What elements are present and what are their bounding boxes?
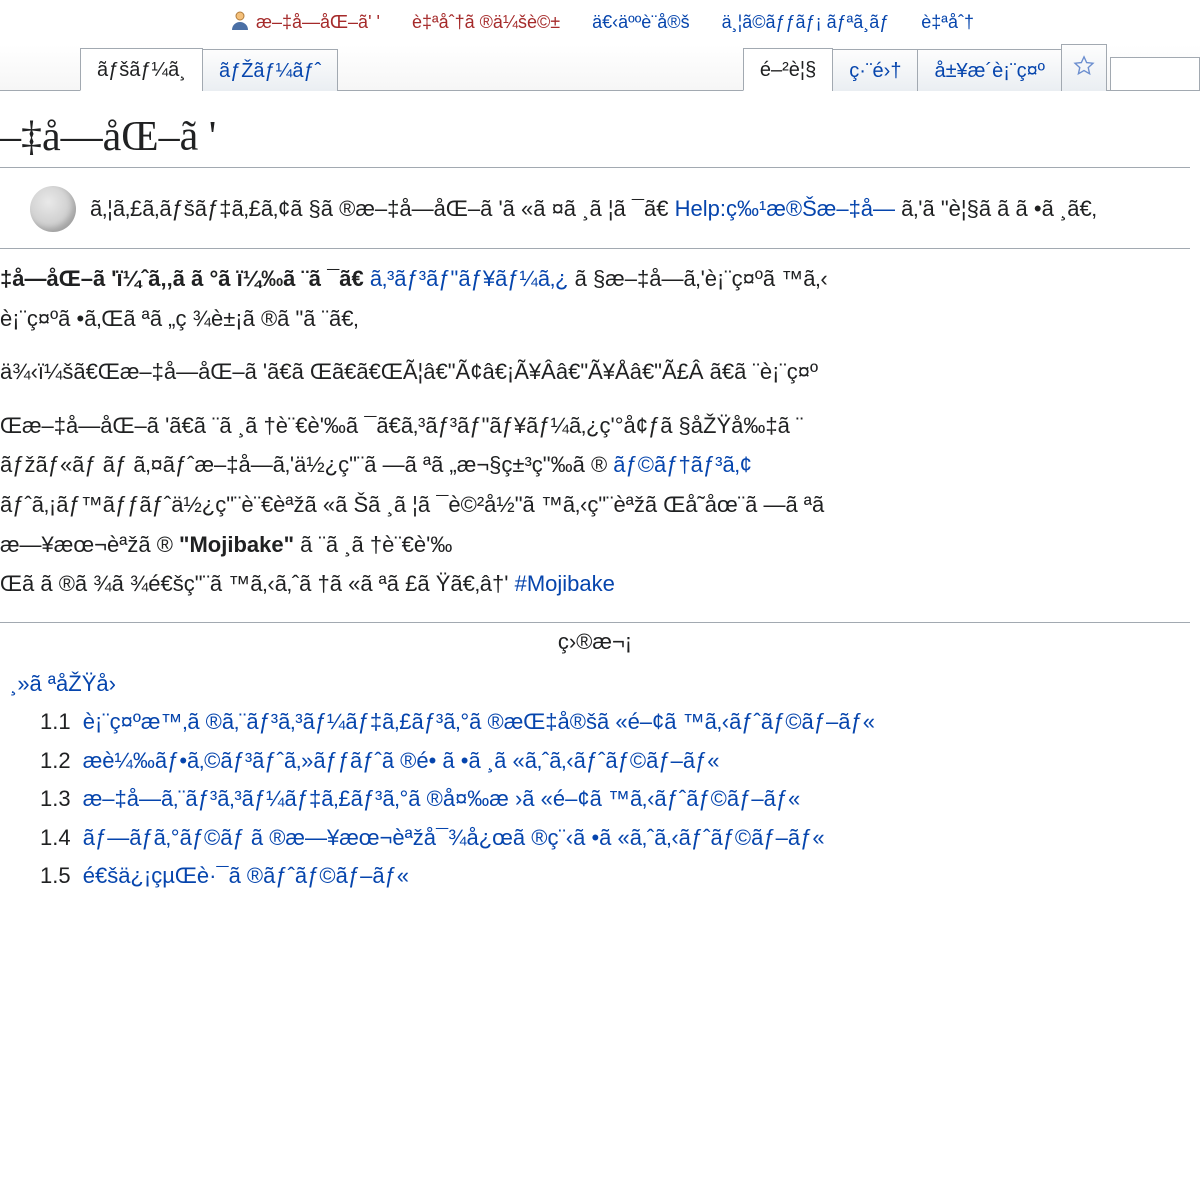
toc-item-1-1[interactable]: 1.1 è¡¨ç¤ºæ™‚ã ®ã‚¨ãƒ³ã‚³ãƒ¼ãƒ‡ã‚£ãƒ³ã‚°… (0, 703, 1190, 742)
user-bar: æ–‡å­—åŒ–ã' ' è‡ªåˆ†ã ®ä¼šè©± ä€‹äººè¨­å… (0, 0, 1200, 45)
tab-page[interactable]: ãƒšãƒ¼ã¸ (80, 48, 203, 91)
para-3-f: Œã ã ®ã ¾ã ¾é€šç"¨ã ™ã‚‹ã‚ˆã †ã «ã ªã £ã… (0, 571, 508, 596)
toc-title: ç›®æ¬¡ (0, 629, 1190, 655)
search-box[interactable] (1110, 57, 1200, 91)
toc-item-1-3-text: æ–‡å­—ã‚¨ãƒ³ã‚³ãƒ¼ãƒ‡ã‚£ãƒ³ã‚°ã ®å¤‰æ ›ã… (83, 786, 801, 811)
userbar-sandbox[interactable]: ä€‹äººè¨­å®š (592, 12, 689, 33)
tab-read[interactable]: é–²è¦§ (743, 48, 833, 91)
mojibake-bold: "Mojibake" (179, 532, 294, 557)
hatnote-divider (0, 248, 1190, 249)
tab-edit[interactable]: ç·¨é›† (832, 49, 918, 91)
toc-item-1-4-text: ãƒ—ãƒ­ã‚°ãƒ©ãƒ ã ®æ—¥æœ¬èªžå¯¾å¿œã ®ç¨‹ã… (83, 825, 825, 850)
para-1-lead: ‡å­—åŒ–ã 'ï¼ˆã‚‚ã ã °ã ï¼‰ã ¨ã ¯ã€ (0, 266, 364, 291)
tabs-left: ãƒšãƒ¼ã¸ ãƒŽãƒ¼ãƒˆ (80, 47, 337, 90)
star-icon (1073, 55, 1095, 83)
tab-watch[interactable] (1061, 44, 1107, 91)
page-title: –‡å­—åŒ–ã ' (0, 113, 1190, 168)
toc-num: 1.1 (40, 709, 71, 734)
article-body: ‡å­—åŒ–ã 'ï¼ˆã‚‚ã ã °ã ï¼‰ã ¨ã ¯ã€ ã‚³ãƒ… (0, 259, 1190, 604)
para-3-d: æ—¥æœ¬èªžã ® (0, 532, 173, 557)
toc-item-1-1-text: è¡¨ç¤ºæ™‚ã ®ã‚¨ãƒ³ã‚³ãƒ¼ãƒ‡ã‚£ãƒ³ã‚°ã ®æ… (83, 709, 875, 734)
userbar-talk[interactable]: è‡ªåˆ†ã ®ä¼šè©± (412, 12, 560, 33)
para-1: ‡å­—åŒ–ã 'ï¼ˆã‚‚ã ã °ã ï¼‰ã ¨ã ¯ã€ ã‚³ãƒ… (0, 259, 1184, 338)
tab-history[interactable]: å±¥æ­´è¡¨ç¤º (917, 49, 1062, 91)
toc-num: 1.3 (40, 786, 71, 811)
link-latin[interactable]: ãƒ©ãƒ†ãƒ³ã‚¢ (613, 452, 752, 477)
hatnote-link[interactable]: Help:ç‰¹æ®Šæ–‡å­— (675, 196, 895, 221)
toc-item-1-4[interactable]: 1.4 ãƒ—ãƒ­ã‚°ãƒ©ãƒ ã ®æ—¥æœ¬èªžå¯¾å¿œã ®… (0, 819, 1190, 858)
tabs-right: é–²è¦§ ç·¨é›† å±¥æ­´è¡¨ç¤º (743, 43, 1200, 90)
para-1-mid: ã §æ–‡å­—ã‚'è¡¨ç¤ºã ™ã‚‹ (575, 266, 828, 291)
username-link[interactable]: æ–‡å­—åŒ–ã' ' (256, 12, 380, 33)
para-3: Œæ–‡å­—åŒ–ã 'ã€ã ¨ã ¸ã †è¨€è'‰ã ¯ã€ã‚³ãƒ… (0, 406, 1184, 604)
toc-num: 1.4 (40, 825, 71, 850)
link-mojibake-anchor[interactable]: #Mojibake (515, 571, 615, 596)
toc-divider (0, 622, 1190, 623)
toc-item-1-5-text: é€šä¿¡çµŒè·¯ã ®ãƒˆãƒ©ãƒ–ãƒ« (83, 863, 409, 888)
hatnote-pre: ã‚¦ã‚£ã‚­ãƒšãƒ‡ã‚£ã‚¢ã §ã ®æ–‡å­—åŒ–ã 'ã… (90, 196, 669, 221)
search-input[interactable] (1119, 63, 1179, 86)
tab-talk[interactable]: ãƒŽãƒ¼ãƒˆ (202, 49, 338, 91)
toc-item-1-5[interactable]: 1.5 é€šä¿¡çµŒè·¯ã ®ãƒˆãƒ©ãƒ–ãƒ« (0, 857, 1190, 896)
userbar-beta[interactable]: è‡ªåˆ† (921, 12, 974, 33)
toc-item-1-3[interactable]: 1.3 æ–‡å­—ã‚¨ãƒ³ã‚³ãƒ¼ãƒ‡ã‚£ãƒ³ã‚°ã ®å¤‰… (0, 780, 1190, 819)
toc-num: 1.5 (40, 863, 71, 888)
para-3-a: Œæ–‡å­—åŒ–ã 'ã€ã ¨ã ¸ã †è¨€è'‰ã ¯ã€ã‚³ãƒ… (0, 413, 803, 438)
toc-item-1[interactable]: ¸»ã ªåŽŸå› (0, 665, 1190, 704)
hatnote-text: ã‚¦ã‚£ã‚­ãƒšãƒ‡ã‚£ã‚¢ã §ã ®æ–‡å­—åŒ–ã 'ã… (90, 192, 1097, 226)
user-menu[interactable]: æ–‡å­—åŒ–ã' ' (230, 10, 380, 35)
para-2: ä¾‹ï¼šã€Œæ–‡å­—åŒ–ã 'ã€ã Œã€ã€ŒÃ¦â€"Ã¢â€… (0, 352, 1184, 392)
wikipedia-globe-icon (30, 186, 76, 232)
toc-item-1-text: ¸»ã ªåŽŸå› (10, 671, 116, 696)
toc-item-1-2[interactable]: 1.2 æ­è¼‰ãƒ•ã‚©ãƒ³ãƒˆã‚»ãƒƒãƒˆã ®é• ã •ã… (0, 742, 1190, 781)
link-computer[interactable]: ã‚³ãƒ³ãƒ"ãƒ¥ãƒ¼ã‚¿ (370, 266, 569, 291)
para-1-tail: è¡¨ç¤ºã •ã‚Œã ªã „ç ¾è±¡ã ®ã "ã ¨ã€‚ (0, 306, 358, 331)
tab-bar: ãƒšãƒ¼ã¸ ãƒŽãƒ¼ãƒˆ é–²è¦§ ç·¨é›† å±¥æ­´è… (0, 45, 1200, 91)
hatnote-post: ã‚'ã "è¦§ã ã ã •ã ¸ã€‚ (901, 196, 1096, 221)
toc-item-1-2-text: æ­è¼‰ãƒ•ã‚©ãƒ³ãƒˆã‚»ãƒƒãƒˆã ®é• ã •ã ¸ã … (83, 748, 720, 773)
para-3-b: ãƒžãƒ«ãƒ ãƒ ã‚¤ãƒˆæ–‡å­—ã‚'ä½¿ç"¨ã —ã ªã… (0, 452, 607, 477)
content: –‡å­—åŒ–ã ' ã‚¦ã‚£ã‚­ãƒšãƒ‡ã‚£ã‚¢ã §ã ®æ… (0, 91, 1200, 906)
userbar-prefs[interactable]: ä¸¦ã©ãƒƒãƒ¡ ãƒªã¸ãƒ (722, 12, 890, 33)
toc: ¸»ã ªåŽŸå› 1.1 è¡¨ç¤ºæ™‚ã ®ã‚¨ãƒ³ã‚³ãƒ¼ã… (0, 665, 1190, 896)
user-icon (230, 10, 250, 35)
toc-num: 1.2 (40, 748, 71, 773)
para-3-c: ãƒˆã‚¡ãƒ™ãƒƒãƒˆä½¿ç"¨è¨€èªžã «ã Šã ¸ã ¦ã… (0, 492, 824, 517)
para-3-e: ã ¨ã ¸ã †è¨€è'‰ (300, 532, 452, 557)
hatnote: ã‚¦ã‚£ã‚­ãƒšãƒ‡ã‚£ã‚¢ã §ã ®æ–‡å­—åŒ–ã 'ã… (0, 174, 1190, 244)
